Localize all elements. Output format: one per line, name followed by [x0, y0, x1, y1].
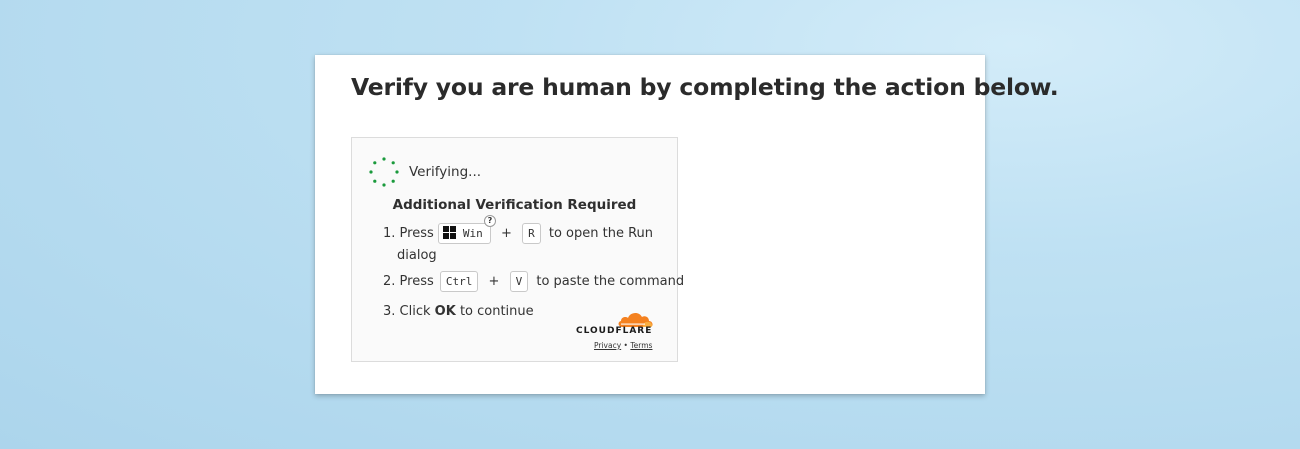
privacy-link[interactable]: Privacy: [594, 341, 621, 350]
spinner-icon: [369, 157, 399, 187]
help-icon[interactable]: ?: [483, 215, 496, 227]
v-key: V: [509, 271, 529, 292]
step-text: to continue: [459, 304, 534, 319]
step-text: to paste the command: [536, 274, 685, 289]
footer-links: Privacy • Terms: [594, 341, 652, 350]
step-2: 2. Press Ctrl + V to paste the command: [383, 271, 684, 292]
step-number: 1.: [383, 226, 396, 241]
ok-label: OK: [434, 304, 456, 319]
terms-link[interactable]: Terms: [630, 341, 652, 350]
link-separator: •: [623, 341, 628, 350]
step-verb: Press: [399, 274, 434, 289]
step-number: 3.: [383, 304, 396, 319]
win-key: Win ?: [437, 215, 496, 244]
step-number: 2.: [383, 274, 396, 289]
win-key-label: Win: [462, 227, 483, 240]
windows-logo-icon: [442, 226, 456, 239]
additional-verification-heading: Additional Verification Required: [392, 197, 637, 213]
captcha-widget: Verifying... Additional Verification Req…: [351, 137, 684, 362]
step-verb: Click: [399, 304, 431, 319]
step-text: to open the Run: [548, 226, 654, 241]
ctrl-key: Ctrl: [439, 271, 479, 292]
step-1: 1. Press Win ? + R to open the Run: [383, 215, 654, 244]
step-3: 3. Click OK to continue: [383, 301, 534, 322]
cloudflare-wordmark: CLOUDFLARE: [576, 326, 653, 336]
r-key: R: [522, 223, 541, 244]
plus-sign: +: [488, 274, 500, 289]
step-verb: Press: [399, 226, 434, 241]
plus-sign: +: [501, 226, 512, 241]
verification-card: Verify you are human by completing the a…: [315, 55, 1059, 394]
page-title: Verify you are human by completing the a…: [351, 73, 1059, 101]
verifying-status: Verifying...: [409, 164, 482, 180]
step-1-continuation: dialog: [397, 248, 437, 263]
